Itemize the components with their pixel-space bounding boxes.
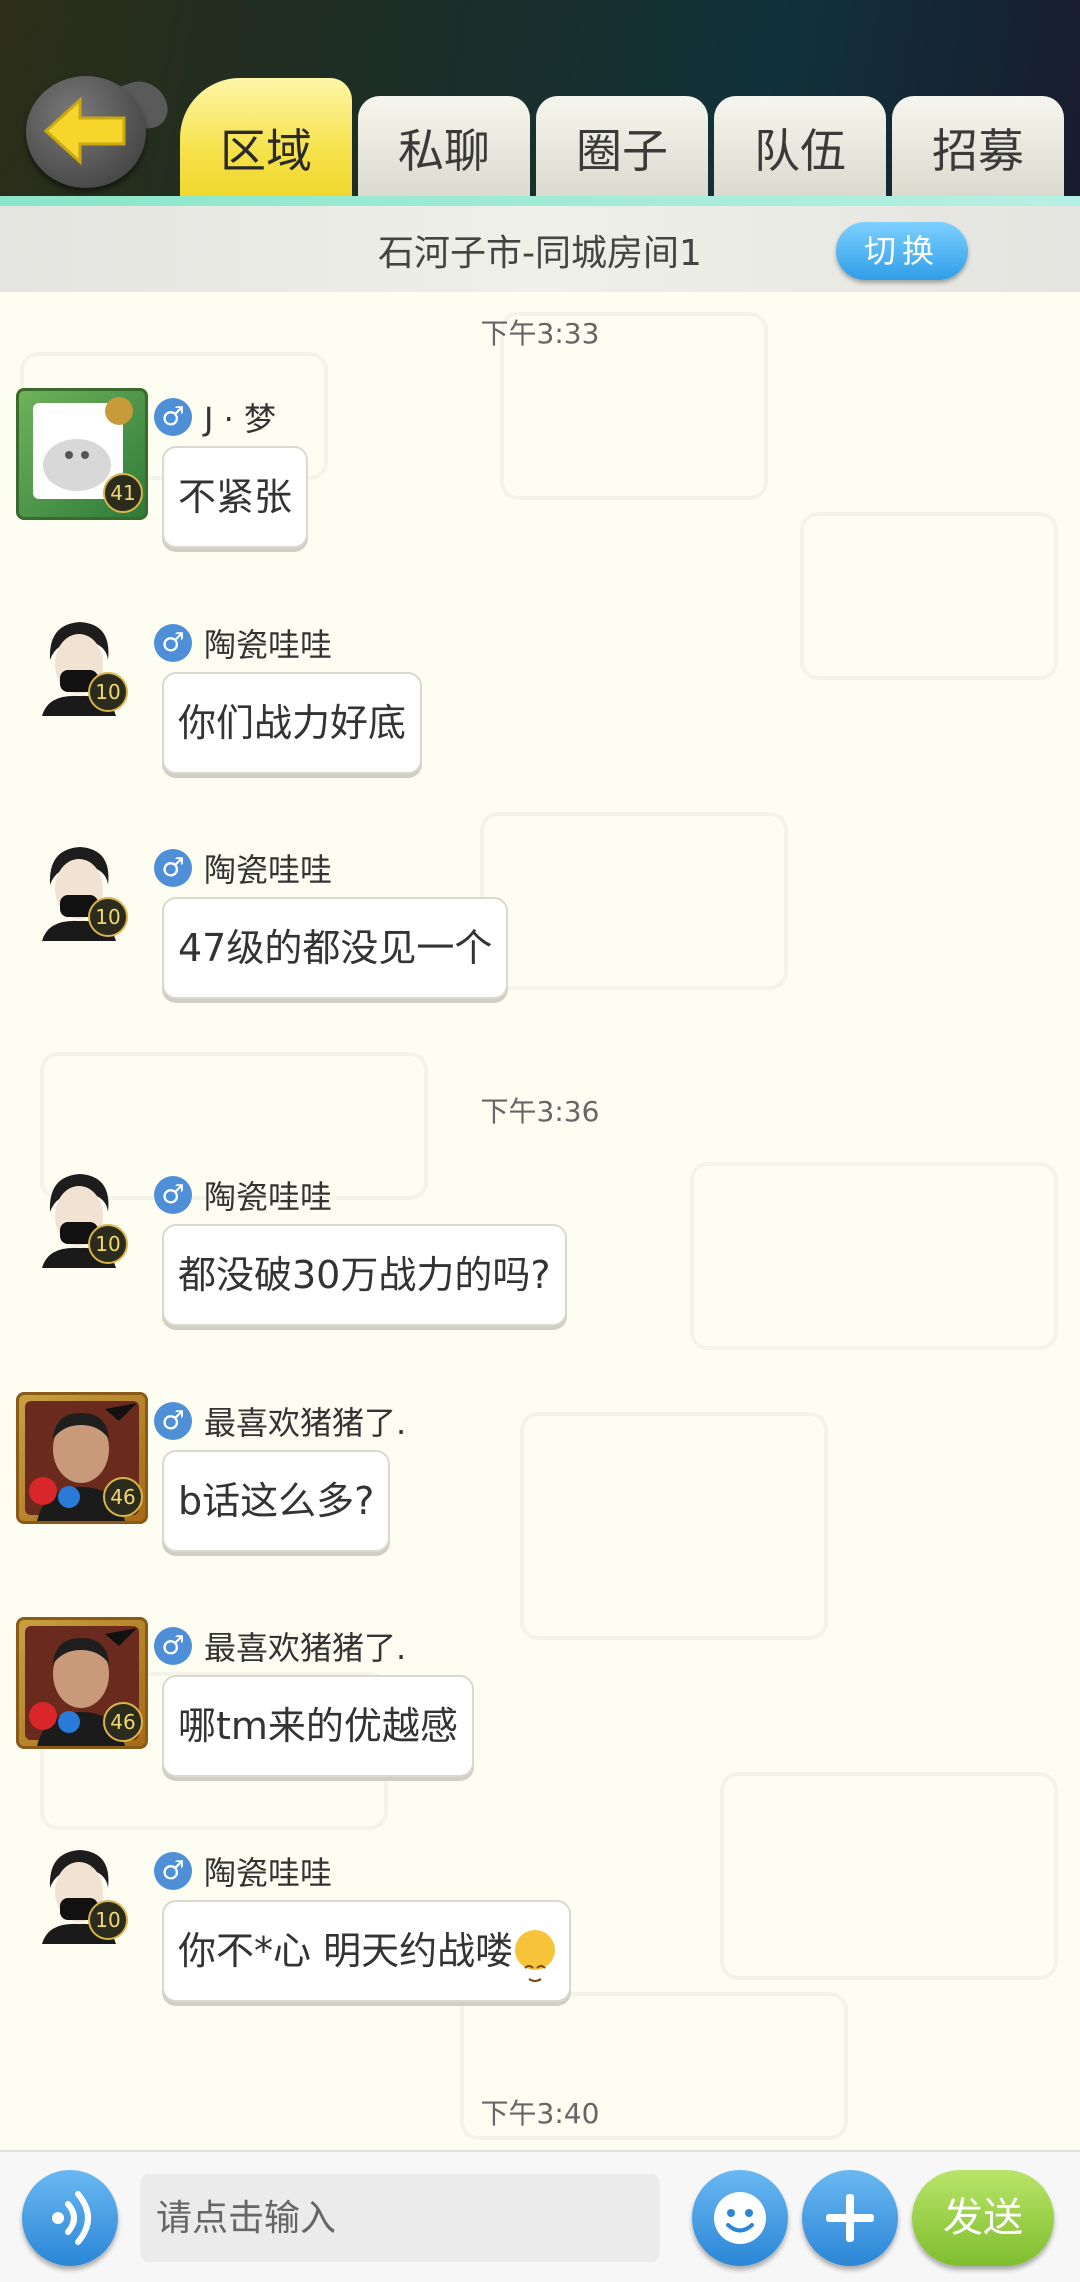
male-icon: ♂: [154, 1852, 192, 1890]
message-bubble: 47级的都没见一个: [162, 897, 509, 999]
avatar[interactable]: 10: [28, 614, 130, 716]
tab-team[interactable]: 队伍: [714, 96, 886, 200]
level-badge: 10: [88, 897, 128, 937]
top-bar: 区域 私聊 圈子 队伍 招募: [0, 0, 1080, 200]
tab-bar: 区域 私聊 圈子 队伍 招募: [180, 78, 1080, 200]
background-watermark: [520, 1412, 828, 1640]
avatar[interactable]: 10: [28, 1842, 130, 1944]
tab-region[interactable]: 区域: [180, 78, 352, 200]
switch-room-button[interactable]: 切换: [836, 222, 968, 280]
male-icon: ♂: [154, 849, 192, 887]
add-attachment-button[interactable]: [802, 2170, 898, 2266]
room-bar: 石河子市-同城房间1 切换: [0, 206, 1080, 292]
username: 最喜欢猪猪了.: [204, 1629, 407, 1667]
message-input[interactable]: [140, 2174, 660, 2262]
timestamp: 下午3:40: [480, 2097, 600, 2130]
back-button[interactable]: [26, 76, 146, 188]
male-icon: ♂: [154, 1627, 192, 1665]
username: 陶瓷哇哇: [204, 1854, 333, 1892]
timestamp: 下午3:33: [480, 317, 600, 350]
level-badge: 41: [103, 473, 143, 513]
tab-private-chat[interactable]: 私聊: [358, 96, 530, 200]
level-badge: 46: [103, 1702, 143, 1742]
smiley-icon: [714, 2192, 766, 2244]
avatar[interactable]: 41: [16, 388, 148, 520]
message-bubble: 你们战力好底: [162, 672, 423, 774]
avatar[interactable]: 46: [16, 1392, 148, 1524]
avatar[interactable]: 10: [28, 839, 130, 941]
message-text: 你不*心 明天约战喽: [178, 1929, 514, 1973]
message-bubble: 不紧张: [162, 446, 309, 548]
level-badge: 10: [88, 672, 128, 712]
message-bubble: 都没破30万战力的吗?: [162, 1224, 567, 1326]
message-bubble: 你不*心 明天约战喽: [162, 1900, 572, 2002]
voice-icon: [52, 2191, 91, 2245]
level-badge: 46: [103, 1477, 143, 1517]
tab-label: 区域: [220, 124, 312, 178]
tab-label: 圈子: [576, 124, 668, 178]
male-icon: ♂: [154, 624, 192, 662]
background-watermark: [720, 1772, 1058, 1980]
level-badge: 10: [88, 1224, 128, 1264]
avatar[interactable]: 46: [16, 1617, 148, 1749]
username: 陶瓷哇哇: [204, 626, 333, 664]
background-watermark: [480, 812, 788, 990]
voice-button[interactable]: [22, 2170, 118, 2266]
input-bar: 发送: [0, 2150, 1080, 2282]
username: 陶瓷哇哇: [204, 851, 333, 889]
timestamp: 下午3:36: [480, 1095, 600, 1128]
male-icon: ♂: [154, 398, 192, 436]
arrow-left-icon: [43, 96, 126, 166]
male-icon: ♂: [154, 1402, 192, 1440]
tab-label: 招募: [932, 124, 1024, 178]
plus-icon: [826, 2194, 874, 2242]
emoji-button[interactable]: [692, 2170, 788, 2266]
avatar[interactable]: 10: [28, 1166, 130, 1268]
tab-recruit[interactable]: 招募: [892, 96, 1064, 200]
top-bar-divider: [0, 196, 1080, 206]
male-icon: ♂: [154, 1176, 192, 1214]
background-watermark: [800, 512, 1058, 680]
level-badge: 10: [88, 1900, 128, 1940]
username: 最喜欢猪猪了.: [204, 1404, 407, 1442]
tab-circle[interactable]: 圈子: [536, 96, 708, 200]
tab-label: 私聊: [398, 124, 490, 178]
username: J · 梦: [204, 400, 276, 438]
face-emoji-icon: [515, 1929, 556, 1982]
message-bubble: 哪tm来的优越感: [162, 1675, 474, 1777]
chat-area[interactable]: 下午3:33 41 ♂ J · 梦 不紧张 10 ♂ 陶瓷哇哇 你们战力好底 1…: [0, 292, 1080, 2150]
message-bubble: b话这么多?: [162, 1450, 391, 1552]
tab-label: 队伍: [754, 124, 846, 178]
username: 陶瓷哇哇: [204, 1178, 333, 1216]
background-watermark: [690, 1162, 1058, 1350]
send-button[interactable]: 发送: [912, 2170, 1054, 2266]
